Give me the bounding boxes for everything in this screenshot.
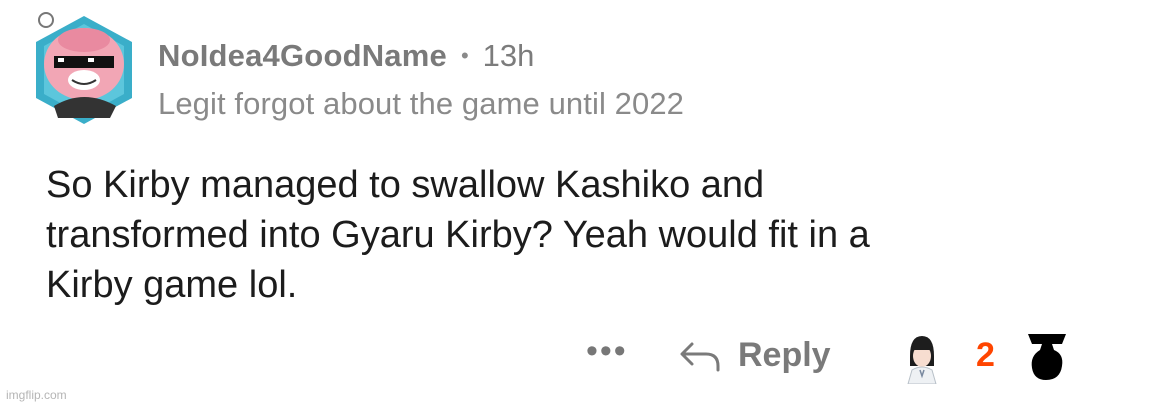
user-flair: Legit forgot about the game until 2022 bbox=[158, 86, 685, 121]
comment-body: So Kirby managed to swallow Kashiko and … bbox=[46, 164, 870, 306]
downvote-icon[interactable] bbox=[1024, 330, 1070, 382]
user-avatar[interactable] bbox=[24, 10, 144, 130]
vote-count: 2 bbox=[976, 336, 995, 374]
comment-timestamp: 13h bbox=[482, 38, 535, 73]
upvote-anime-icon[interactable] bbox=[900, 332, 944, 384]
username[interactable]: NoIdea4GoodName bbox=[158, 38, 447, 74]
comment-action-bar: ••• Reply 2 bbox=[0, 328, 1170, 388]
separator-dot: • bbox=[460, 43, 469, 68]
reply-icon[interactable] bbox=[678, 336, 722, 376]
reply-button[interactable]: Reply bbox=[738, 336, 831, 375]
more-options-button[interactable]: ••• bbox=[586, 334, 628, 368]
watermark: imgflip.com bbox=[6, 388, 67, 402]
